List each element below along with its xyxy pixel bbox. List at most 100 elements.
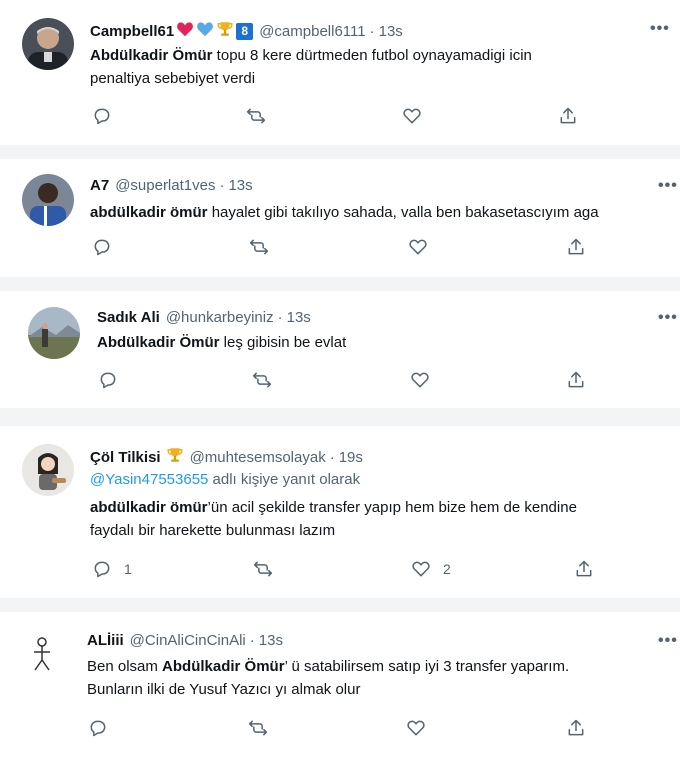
share-icon: [576, 560, 592, 577]
handle[interactable]: @superlat1ves: [115, 177, 215, 194]
avatar[interactable]: [22, 630, 74, 682]
avatar[interactable]: [22, 18, 74, 70]
timestamp[interactable]: 13s: [379, 23, 403, 40]
retweet-icon: [253, 561, 273, 577]
retweet-button[interactable]: [249, 237, 269, 257]
text-line2: penaltiya sebebiyet verdi: [90, 70, 256, 87]
separator: [0, 598, 680, 612]
tweet-4[interactable]: Çöl Tilkisi @muhtesemsolayak · 19s @Yasi…: [0, 426, 680, 598]
text-after: ’ ü satabilirsem satıp iyi 3 transfer ya…: [284, 658, 570, 675]
handle[interactable]: @CinAliCinCinAli: [130, 632, 246, 649]
reply-icon: [90, 720, 106, 737]
text-after: topu 8 kere dürtmeden futbol oynayamadig…: [212, 47, 532, 64]
reply-context: @Yasin47553655 adlı kişiye yanıt olarak: [90, 471, 360, 488]
display-name[interactable]: A7: [90, 177, 109, 194]
text-line2: faydalı bir harekette bulunması lazım: [90, 522, 336, 539]
separator-dot: ·: [249, 632, 255, 649]
text-before: Ben olsam: [87, 658, 163, 675]
handle[interactable]: @hunkarbeyiniz: [166, 309, 274, 326]
heart-icon: [411, 372, 429, 388]
text-line2: Bunların ilki de Yusuf Yazıcı yı almak o…: [87, 681, 361, 698]
reply-icon: [100, 372, 116, 389]
share-icon: [568, 371, 584, 388]
text-after: leş gibisin be evlat: [219, 334, 347, 351]
timestamp[interactable]: 13s: [228, 177, 252, 194]
separator: [0, 408, 680, 426]
tweet-1[interactable]: Campbell61 8 @campbell6111 · 13s ••• Abd…: [0, 0, 680, 145]
tweet-text: Ben olsam Abdülkadir Ömür’ ü satabilirse…: [87, 655, 667, 701]
retweet-button[interactable]: [252, 370, 272, 390]
retweet-icon: [248, 720, 268, 736]
share-button[interactable]: [566, 370, 586, 390]
text-after: ’ün acil şekilde transfer yapıp hem bize…: [207, 499, 577, 516]
reply-count: 1: [124, 561, 132, 577]
tweet-text: abdülkadir ömür hayalet gibi takılıyo sa…: [90, 201, 680, 224]
text-after: hayalet gibi takılıyo sahada, valla ben …: [207, 204, 599, 221]
avatar[interactable]: [28, 307, 80, 359]
like-button[interactable]: [410, 370, 430, 390]
like-button[interactable]: [402, 106, 422, 126]
share-button[interactable]: [558, 106, 578, 126]
handle[interactable]: @campbell6111: [259, 23, 365, 40]
separator-dot: ·: [369, 22, 375, 40]
mention-text: abdülkadir ömür: [90, 204, 208, 221]
heart-icon: [412, 561, 430, 577]
timestamp[interactable]: 13s: [287, 309, 311, 326]
reply-button[interactable]: [98, 370, 118, 390]
number-8-icon: 8: [236, 22, 254, 40]
retweet-icon: [249, 239, 269, 255]
mention-text: Abdülkadir Ömür: [97, 334, 220, 351]
like-button[interactable]: 2: [411, 559, 451, 579]
share-button[interactable]: [566, 237, 586, 257]
more-options-icon[interactable]: •••: [658, 177, 678, 195]
tweet-text: abdülkadir ömür’ün acil şekilde transfer…: [90, 496, 670, 542]
timestamp[interactable]: 19s: [339, 449, 363, 466]
stick-figure-icon: [34, 637, 50, 671]
blue-heart-icon: [196, 21, 214, 41]
heart-icon: [403, 108, 421, 124]
share-button[interactable]: [574, 559, 594, 579]
display-name[interactable]: Sadık Ali: [97, 309, 160, 326]
trophy-icon: [216, 20, 234, 42]
more-options-icon[interactable]: •••: [658, 309, 678, 327]
retweet-button[interactable]: [246, 106, 266, 126]
display-name[interactable]: Campbell61: [90, 23, 174, 40]
more-options-icon[interactable]: •••: [658, 632, 678, 650]
separator: [0, 277, 680, 291]
reply-button[interactable]: [92, 237, 112, 257]
tweet-text: Abdülkadir Ömür leş gibisin be evlat: [97, 331, 657, 354]
timestamp[interactable]: 13s: [259, 632, 283, 649]
like-count: 2: [443, 561, 451, 577]
handle[interactable]: @muhtesemsolayak: [190, 449, 326, 466]
reply-icon: [94, 108, 110, 125]
reply-button[interactable]: [88, 718, 108, 738]
reply-button[interactable]: 1: [92, 559, 132, 579]
like-button[interactable]: [406, 718, 426, 738]
display-name[interactable]: Çöl Tilkisi: [90, 449, 161, 466]
reply-context-text: adlı kişiye yanıt olarak: [208, 471, 361, 488]
avatar[interactable]: [22, 174, 74, 226]
tweet-2[interactable]: A7 @superlat1ves · 13s ••• abdülkadir öm…: [0, 159, 680, 277]
heart-icon: [409, 239, 427, 255]
display-name[interactable]: ALİiii: [87, 632, 124, 649]
separator-dot: ·: [219, 177, 225, 194]
mention-text: Abdülkadir Ömür: [90, 47, 213, 64]
avatar[interactable]: [22, 444, 74, 496]
tweet-3[interactable]: Sadık Ali @hunkarbeyiniz · 13s ••• Abdül…: [0, 291, 680, 408]
share-icon: [560, 107, 576, 124]
reply-icon: [94, 239, 110, 256]
share-button[interactable]: [566, 718, 586, 738]
separator-dot: ·: [277, 309, 283, 326]
reply-to-link[interactable]: @Yasin47553655: [90, 471, 208, 488]
retweet-button[interactable]: [248, 718, 268, 738]
reply-button[interactable]: [92, 106, 112, 126]
like-button[interactable]: [408, 237, 428, 257]
share-icon: [568, 719, 584, 736]
more-options-icon[interactable]: •••: [650, 20, 670, 38]
separator-dot: ·: [329, 448, 335, 466]
tweet-5[interactable]: ALİiii @CinAliCinCinAli · 13s ••• Ben ol…: [0, 612, 680, 764]
trophy-icon: [166, 446, 184, 468]
reply-icon: [94, 561, 110, 578]
mention-text: Abdülkadir Ömür: [162, 658, 285, 675]
retweet-button[interactable]: [253, 559, 273, 579]
